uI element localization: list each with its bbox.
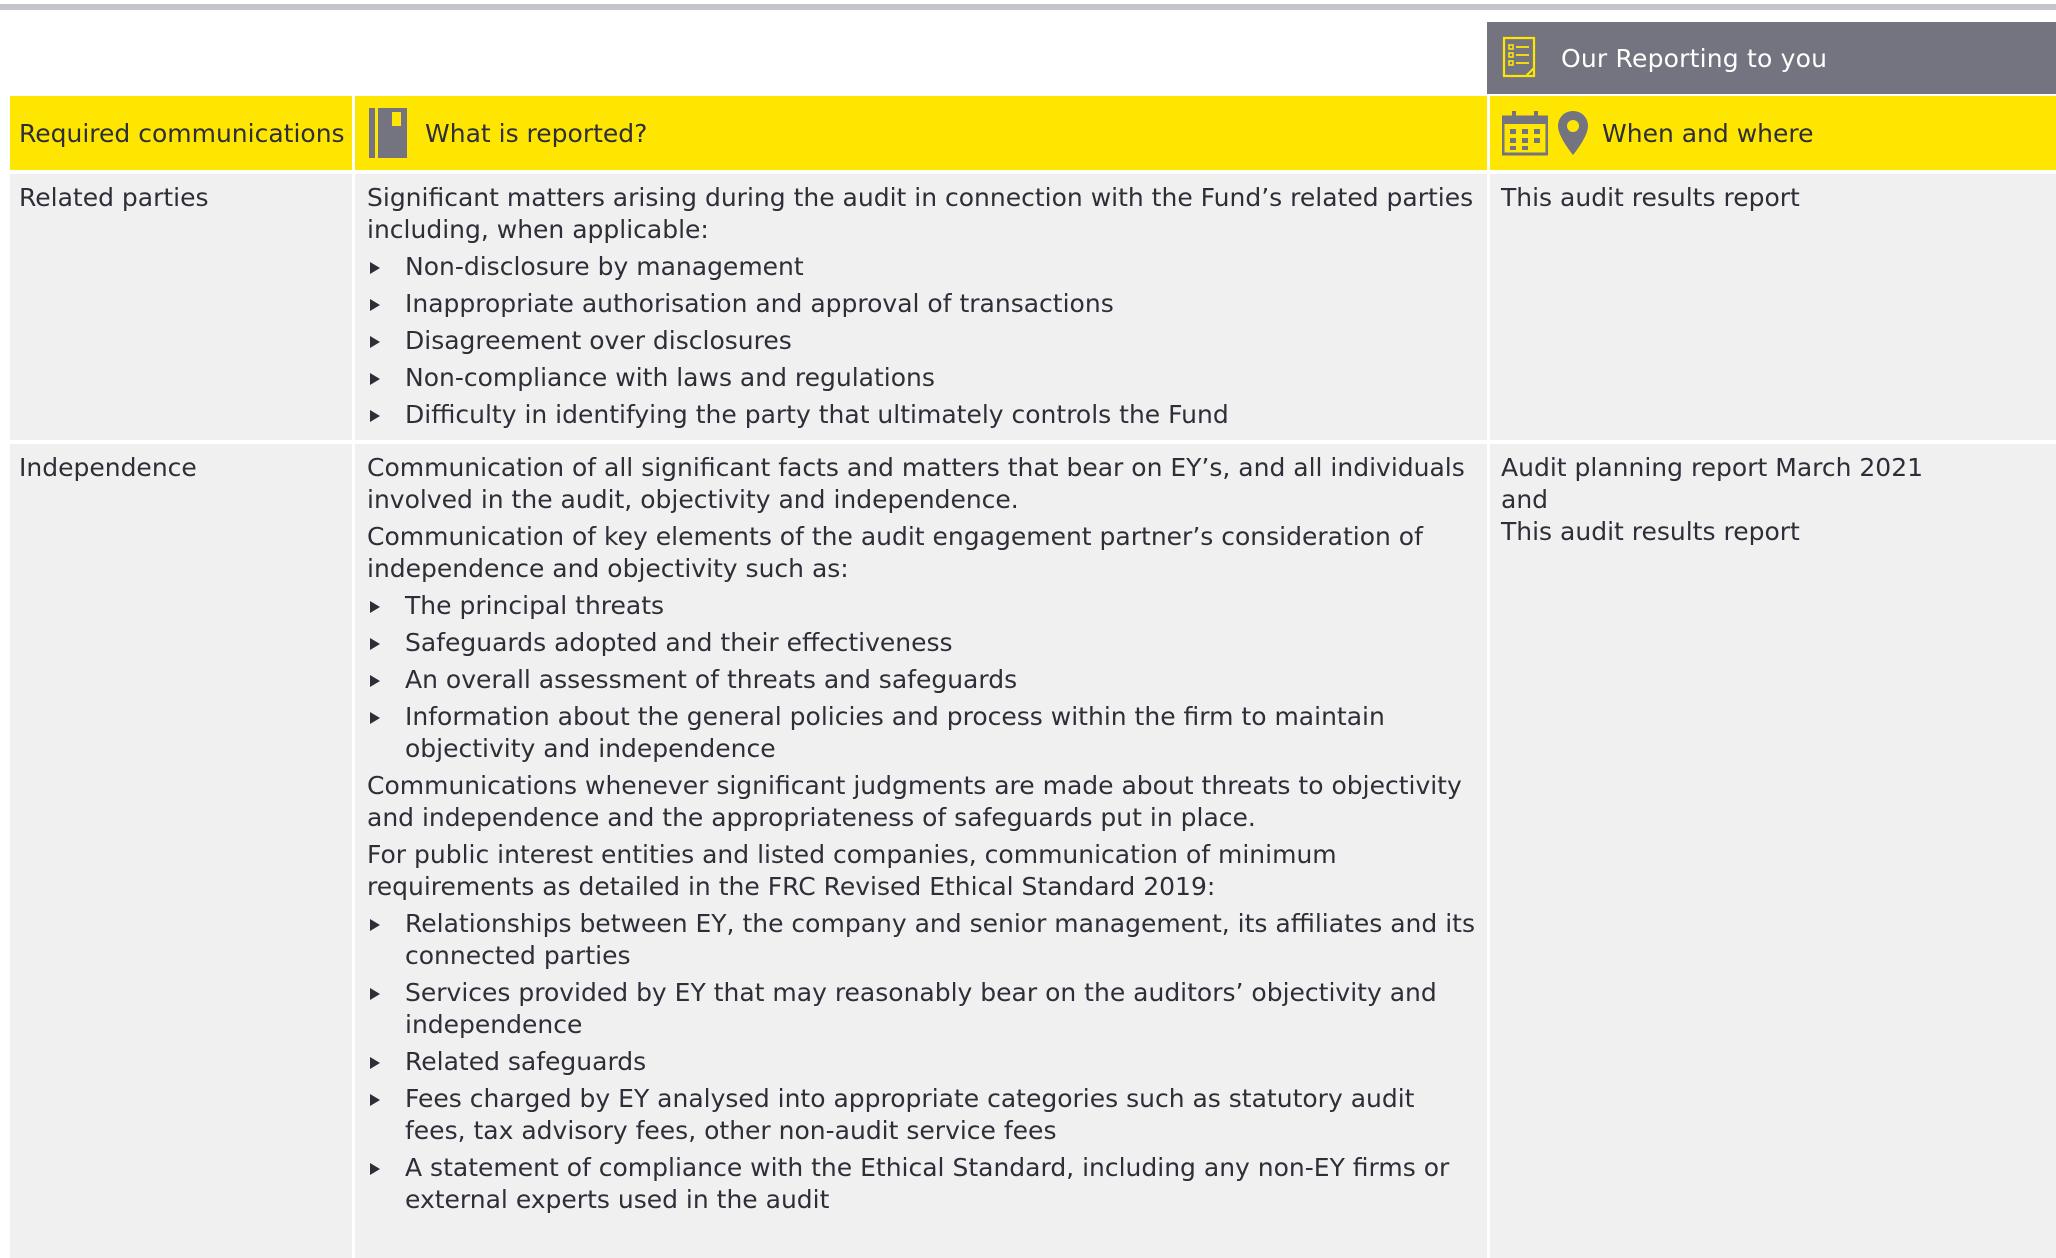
reporting-banner-title: Our Reporting to you xyxy=(1561,43,1828,73)
calendar-icon xyxy=(1502,111,1548,156)
table-header: Required communications What is reported… xyxy=(10,96,2056,170)
bullet-item: An overall assessment of threats and saf… xyxy=(367,664,1477,696)
header-required-communications: Required communications xyxy=(10,96,352,170)
reporting-banner: Our Reporting to you xyxy=(1487,22,2056,94)
when-line: and xyxy=(1501,485,1549,514)
bullet-item: The principal threats xyxy=(367,590,1477,622)
row-content-independence: Communication of all significant facts a… xyxy=(352,444,1487,1258)
checklist-icon xyxy=(1502,36,1536,78)
when-line: This audit results report xyxy=(1501,183,1800,212)
row-content-related-parties: Significant matters arising during the a… xyxy=(352,174,1487,440)
paragraph: Communication of key elements of the aud… xyxy=(367,522,1423,583)
row-label-related-parties: Related parties xyxy=(19,183,209,212)
bullet-item: Information about the general policies a… xyxy=(367,701,1477,765)
table-row-independence: Independence Communication of all signif… xyxy=(10,444,2056,1258)
when-line: Audit planning report March 2021 xyxy=(1501,453,1924,482)
map-pin-icon xyxy=(1558,111,1588,155)
row-when-related-parties: This audit results report xyxy=(1487,174,2056,440)
bullet-item: Fees charged by EY analysed into appropr… xyxy=(367,1083,1477,1147)
when-line: This audit results report xyxy=(1501,517,1800,546)
table-row-related-parties: Related parties Significant matters aris… xyxy=(10,174,2056,440)
header-col2-label: What is reported? xyxy=(425,118,648,148)
row-when-independence: Audit planning report March 2021 and Thi… xyxy=(1487,444,2056,1258)
bullet-item: Non-disclosure by management xyxy=(367,251,1477,283)
header-what-is-reported: What is reported? xyxy=(352,96,1487,170)
bullet-item: Relationships between EY, the company an… xyxy=(367,908,1477,972)
bullet-item: Safeguards adopted and their effectivene… xyxy=(367,627,1477,659)
independence-bullets-1: The principal threats Safeguards adopted… xyxy=(367,590,1477,765)
notebook-icon xyxy=(369,108,407,158)
header-col3-label: When and where xyxy=(1602,118,1814,148)
top-rule xyxy=(0,4,2056,10)
paragraph: Communication of all significant facts a… xyxy=(367,453,1465,514)
header-when-and-where: When and where xyxy=(1487,96,2056,170)
bullet-item: Difficulty in identifying the party that… xyxy=(367,399,1477,431)
bullet-item: Disagreement over disclosures xyxy=(367,325,1477,357)
paragraph: Communications whenever significant judg… xyxy=(367,771,1462,832)
independence-bullets-2: Relationships between EY, the company an… xyxy=(367,908,1477,1216)
bullet-item: A statement of compliance with the Ethic… xyxy=(367,1152,1477,1216)
bullet-item: Non-compliance with laws and regulations xyxy=(367,362,1477,394)
header-col1-label: Required communications xyxy=(19,118,345,148)
intro-text: Significant matters arising during the a… xyxy=(367,183,1474,244)
paragraph: For public interest entities and listed … xyxy=(367,840,1337,901)
bullet-item: Services provided by EY that may reasona… xyxy=(367,977,1477,1041)
related-parties-bullets: Non-disclosure by management Inappropria… xyxy=(367,251,1477,431)
bullet-item: Related safeguards xyxy=(367,1046,1477,1078)
row-label-independence: Independence xyxy=(19,453,197,482)
bullet-item: Inappropriate authorisation and approval… xyxy=(367,288,1477,320)
